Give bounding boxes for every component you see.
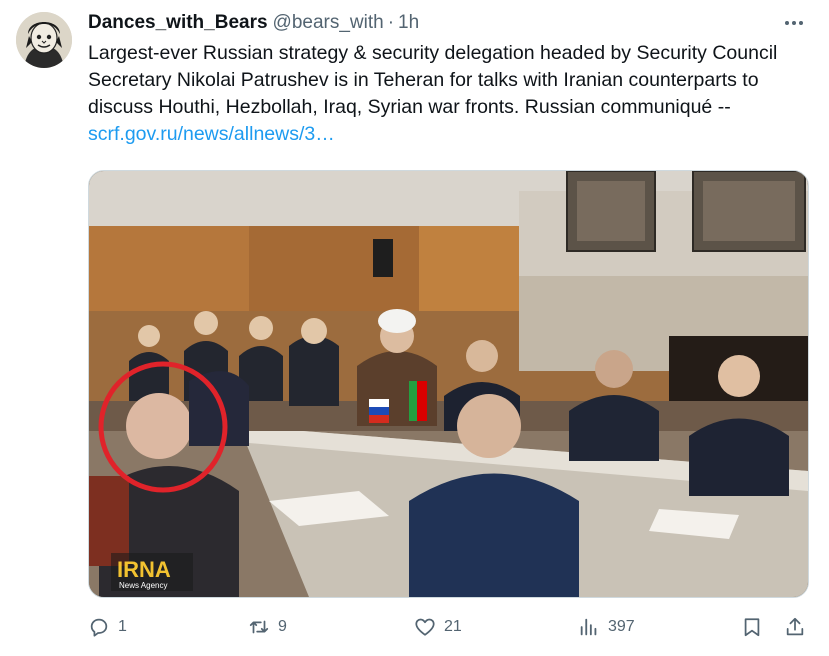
repost-icon bbox=[249, 620, 269, 634]
repost-count: 9 bbox=[278, 618, 287, 635]
author-handle[interactable]: @bears_with bbox=[273, 12, 384, 34]
irna-watermark-sub: News Agency bbox=[119, 581, 167, 590]
bookmark-button[interactable] bbox=[741, 612, 763, 642]
irna-watermark-logo: IRNA bbox=[117, 557, 171, 582]
action-bar: 1 9 21 397 bbox=[88, 612, 810, 642]
reply-count: 1 bbox=[118, 618, 127, 635]
share-icon bbox=[786, 617, 804, 636]
meeting-photo: IRNA News Agency bbox=[89, 171, 808, 597]
share-button[interactable] bbox=[784, 612, 806, 642]
like-icon bbox=[415, 618, 435, 636]
tweet-card[interactable]: Dances_with_Bears @bears_with · 1h Large… bbox=[0, 0, 829, 656]
reply-icon bbox=[90, 618, 108, 637]
avatar[interactable] bbox=[16, 12, 72, 68]
views-button[interactable]: 397 bbox=[578, 612, 635, 642]
tweet-media-photo[interactable]: IRNA News Agency bbox=[88, 170, 809, 598]
bookmark-icon bbox=[744, 618, 760, 637]
views-count: 397 bbox=[608, 618, 635, 635]
views-icon bbox=[580, 618, 597, 636]
tweet-body: Largest-ever Russian strategy & security… bbox=[88, 42, 778, 118]
tweet-text: Largest-ever Russian strategy & security… bbox=[88, 40, 810, 148]
like-count: 21 bbox=[444, 618, 462, 635]
reply-button[interactable]: 1 bbox=[88, 612, 127, 642]
repost-button[interactable]: 9 bbox=[248, 612, 287, 642]
avatar-illustration bbox=[16, 12, 72, 68]
timestamp[interactable]: 1h bbox=[398, 12, 419, 34]
more-icon[interactable] bbox=[779, 11, 809, 35]
like-button[interactable]: 21 bbox=[414, 612, 462, 642]
tweet-header: Dances_with_Bears @bears_with · 1h bbox=[88, 11, 809, 35]
author-display-name[interactable]: Dances_with_Bears bbox=[88, 12, 268, 34]
separator-dot: · bbox=[387, 12, 395, 33]
tweet-link[interactable]: scrf.gov.ru/news/allnews/3… bbox=[88, 123, 335, 145]
